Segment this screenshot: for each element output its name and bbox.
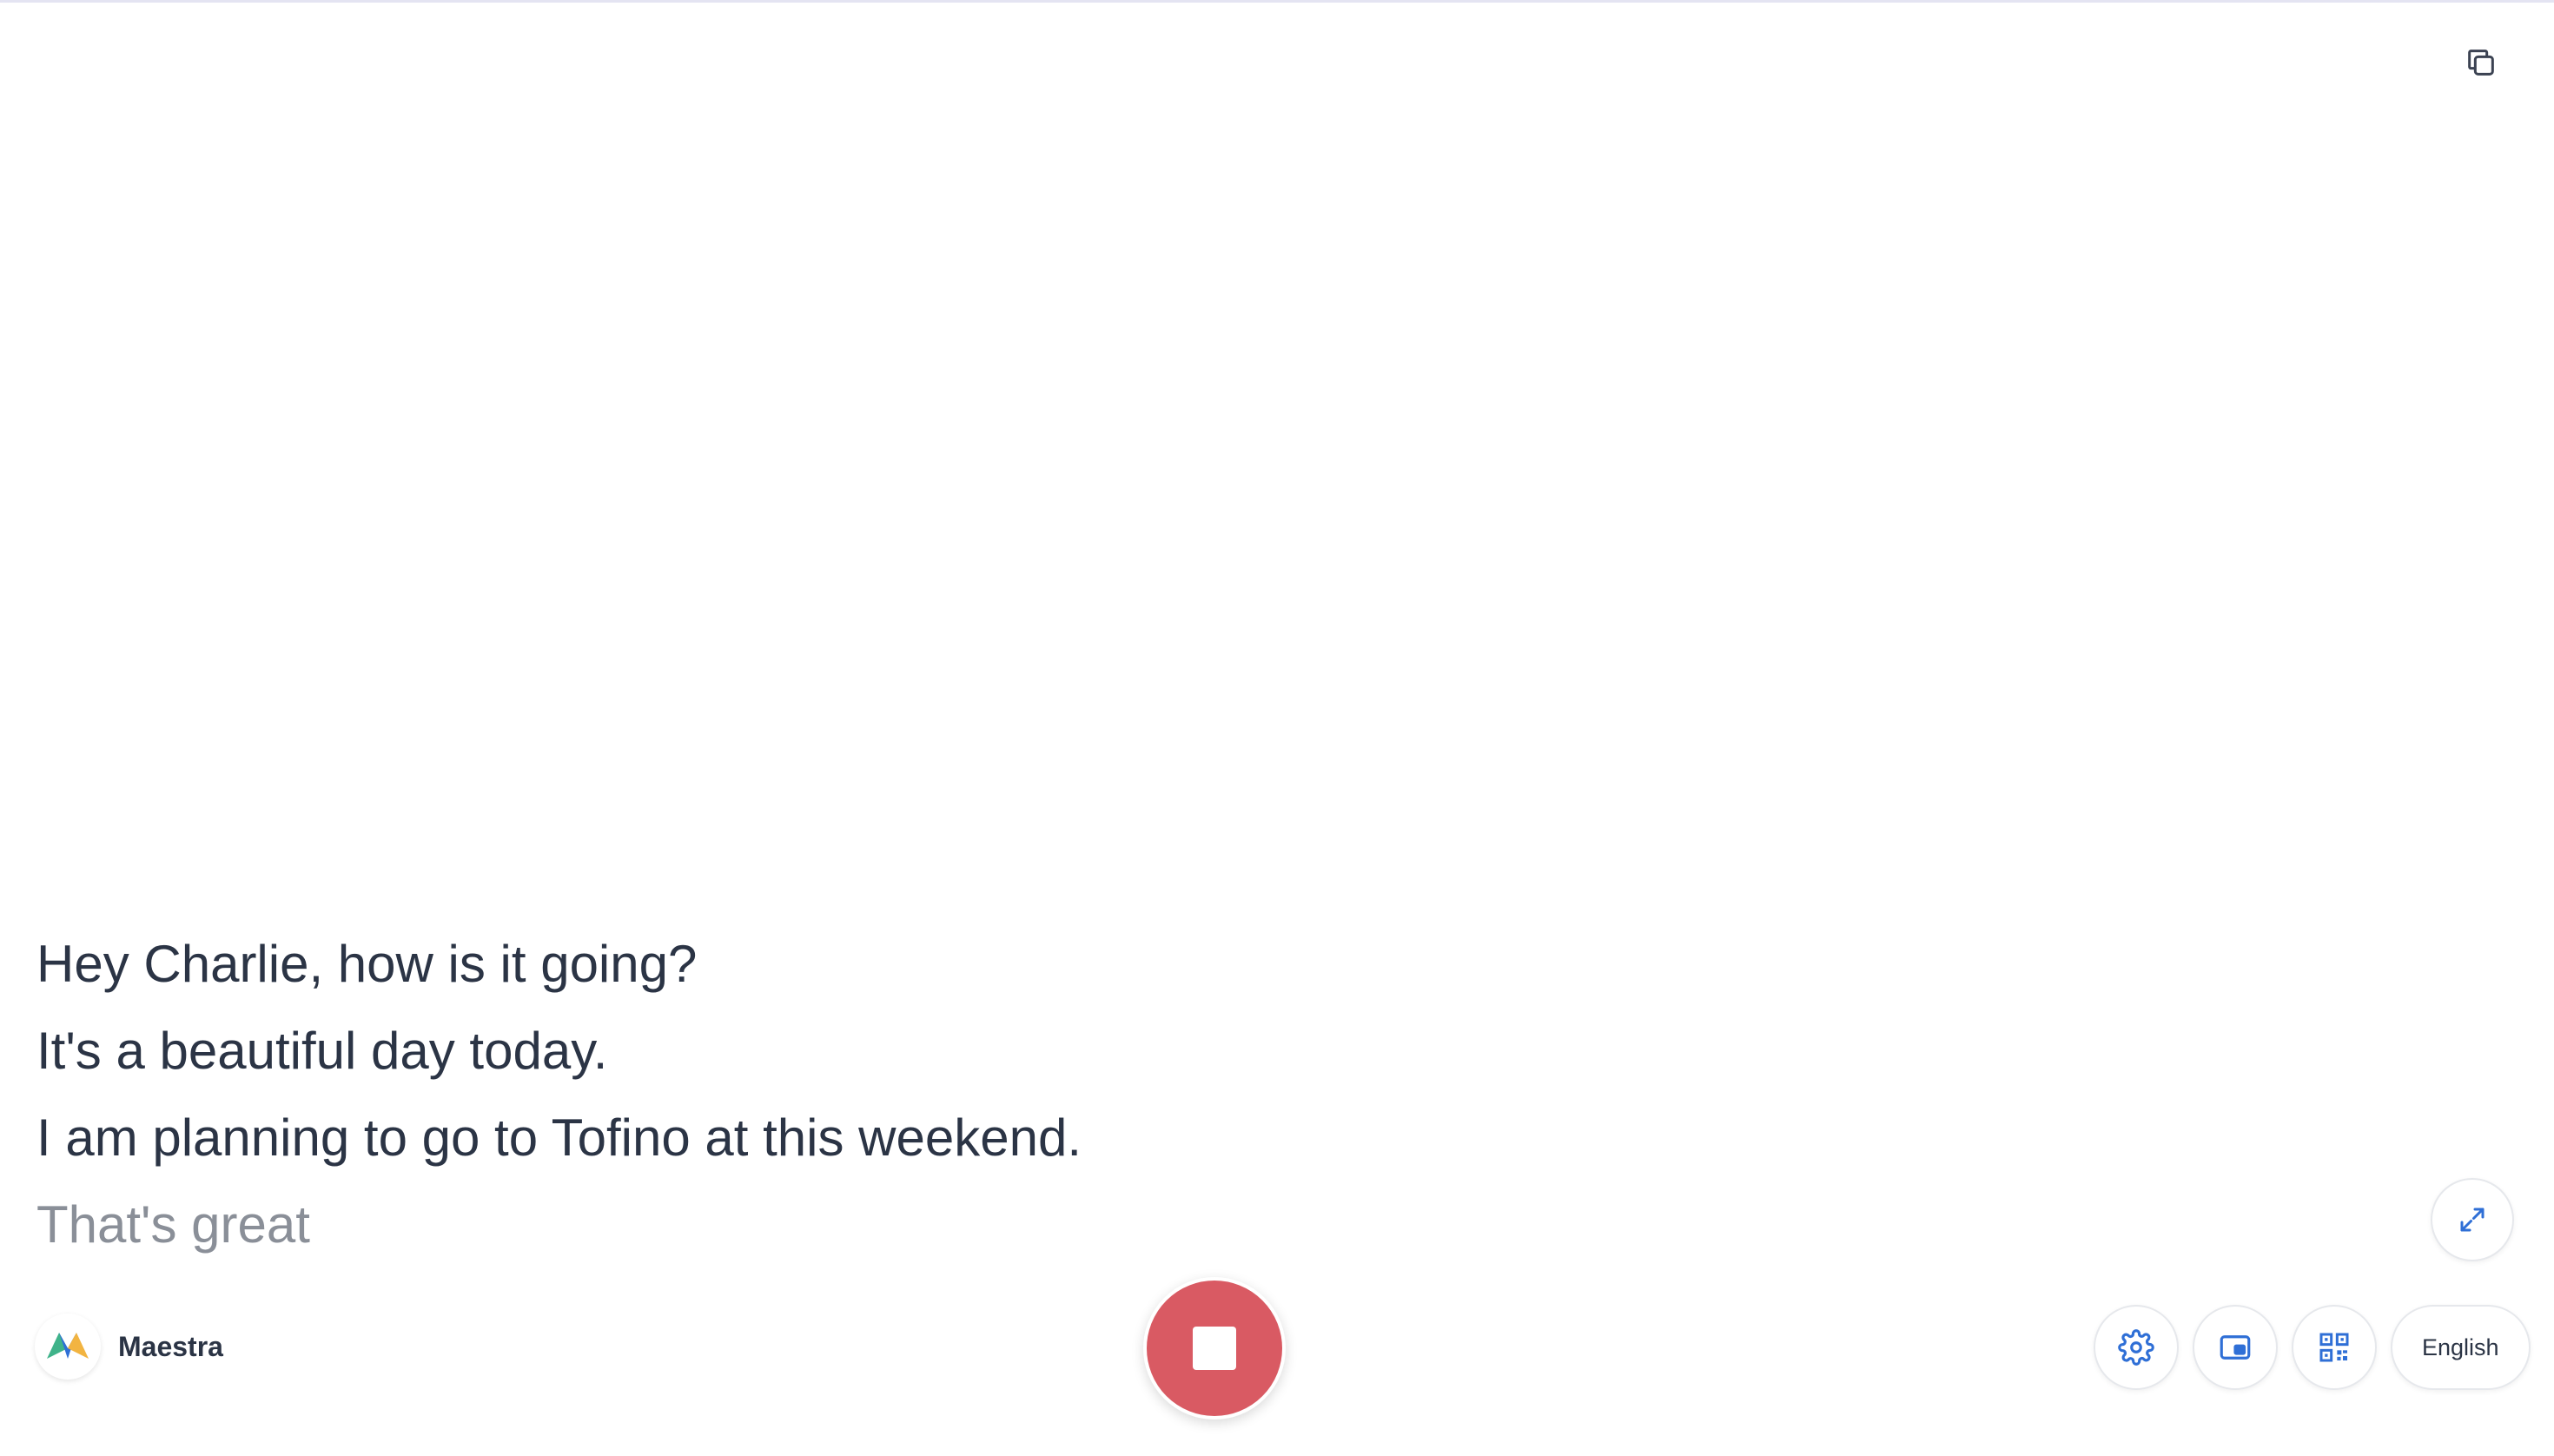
transcript-line: I am planning to go to Tofino at this we…: [36, 1109, 1082, 1167]
transcript-line: Hey Charlie, how is it going?: [36, 935, 698, 993]
qr-code-icon: [2319, 1333, 2349, 1362]
language-selector[interactable]: English: [2391, 1305, 2531, 1390]
stop-icon: [1193, 1327, 1236, 1370]
copy-button[interactable]: [2457, 38, 2505, 87]
qr-code-button[interactable]: [2292, 1305, 2377, 1390]
brand: Maestra: [35, 1314, 223, 1380]
transcript-area: Hey Charlie, how is it going? It's a bea…: [36, 921, 2121, 1268]
top-divider: [0, 0, 2554, 3]
copy-icon: [2468, 50, 2494, 76]
brand-name: Maestra: [118, 1330, 223, 1362]
expand-icon: [2460, 1208, 2485, 1232]
settings-button[interactable]: [2094, 1305, 2179, 1390]
picture-in-picture-button[interactable]: [2193, 1305, 2278, 1390]
picture-in-picture-icon: [2220, 1335, 2251, 1360]
maestra-logo: [35, 1314, 101, 1380]
bottom-toolbar: English: [2094, 1305, 2531, 1390]
gear-icon: [2118, 1329, 2154, 1366]
transcript-line: It's a beautiful day today.: [36, 1022, 608, 1080]
stop-recording-button[interactable]: [1143, 1277, 1286, 1420]
fullscreen-button[interactable]: [2431, 1178, 2514, 1261]
transcript-interim-line: That's great: [36, 1195, 310, 1254]
